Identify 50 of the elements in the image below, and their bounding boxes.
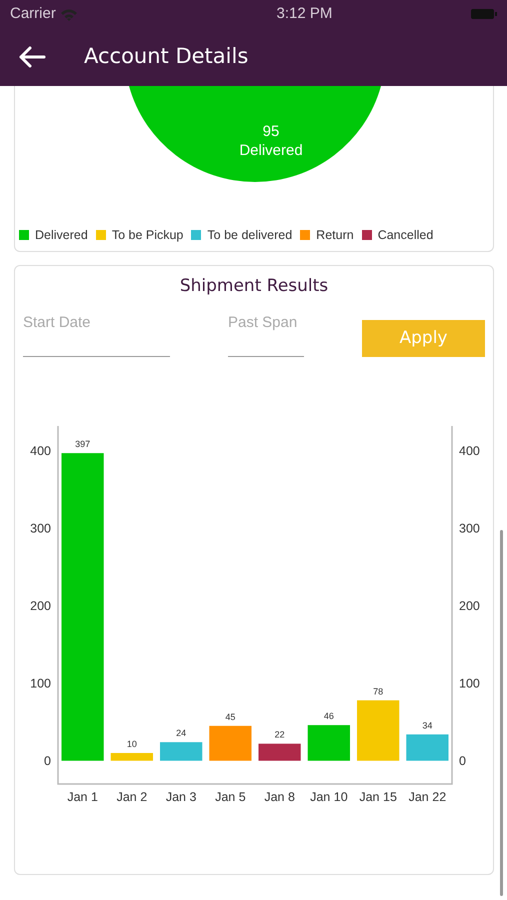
page-title: Account Details [84,44,248,70]
x-tick-label: Jan 5 [215,790,246,804]
bar [308,725,350,761]
data-label: 45 [225,712,236,722]
data-label: 78 [373,686,384,696]
bar [209,726,252,761]
pie-label: Delivered [239,141,303,160]
y-tick-label: 0 [459,754,466,768]
y-tick-label: 0 [44,754,51,768]
x-tick-label: Jan 3 [166,790,196,804]
y-tick-label: 100 [459,676,480,690]
x-tick-label: Jan 2 [116,790,148,804]
y-tick-label: 300 [459,521,480,536]
wifi-icon [60,8,78,20]
data-label: 46 [324,711,334,722]
y-tick-label: 100 [30,676,51,690]
data-label: 34 [422,720,432,730]
legend-label: Delivered [35,227,88,244]
y-tick-label: 200 [459,598,480,613]
pie-value: 95 [262,122,280,141]
apply-button[interactable]: Apply [362,320,485,357]
bar [406,734,448,761]
legend-label: Return [316,227,354,244]
legend-label: To be Pickup [112,227,184,244]
bar [160,742,202,761]
x-tick-label: Jan 22 [408,790,446,804]
battery-icon [471,8,497,20]
start-date-field[interactable]: Start Date [23,312,170,357]
x-tick-label: Jan 15 [359,790,397,804]
legend-label: To be delivered [207,227,292,244]
y-tick-label: 400 [459,444,480,458]
data-label: 24 [176,728,186,738]
bar [258,744,301,761]
bar [357,700,400,761]
bar [110,753,153,761]
data-label: 397 [75,439,90,450]
carrier-name: Carrier [10,4,56,24]
status-time: 3:12 PM [276,4,332,24]
x-tick-label: Jan 10 [310,790,348,804]
y-tick-label: 200 [30,598,51,613]
back-arrow-icon[interactable] [18,46,46,68]
past-span-field[interactable]: Past Span [228,312,304,357]
x-tick-label: Jan 8 [264,790,295,804]
legend-label: Cancelled [378,227,434,244]
data-label: 10 [126,739,137,749]
y-tick-label: 300 [30,521,51,536]
section-title: Shipment Results [178,275,330,298]
data-label: 22 [274,730,285,740]
x-tick-label: Jan 1 [67,790,98,804]
y-tick-label: 400 [30,444,51,458]
